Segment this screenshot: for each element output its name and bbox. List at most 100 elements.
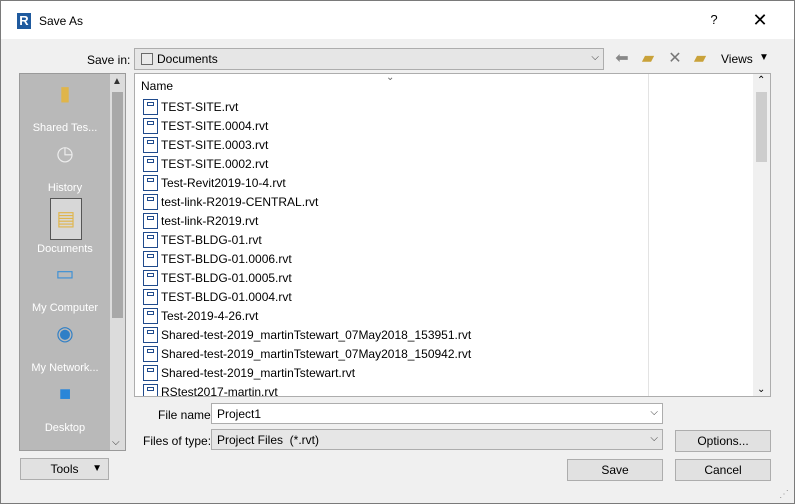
file-row[interactable]: TEST-BLDG-01.0005.rvt — [143, 269, 643, 288]
place-label: My Computer — [31, 302, 99, 314]
file-rows: TEST-SITE.rvt TEST-SITE.0004.rvt TEST-SITE… — [143, 98, 643, 397]
file-name: TEST-BLDG-01.0005.rvt — [161, 271, 292, 285]
column-header-name[interactable]: Name — [141, 79, 173, 93]
chevron-down-icon: ⌵ — [650, 433, 658, 444]
file-row[interactable]: TEST-SITE.0003.rvt — [143, 136, 643, 155]
up-folder-icon[interactable]: ▰ — [638, 49, 658, 69]
rvt-file-icon — [143, 175, 158, 191]
file-name-value: Project1 — [217, 407, 262, 421]
delete-icon[interactable]: ✕ — [665, 49, 685, 69]
scroll-down-icon[interactable]: ⌄ — [757, 384, 765, 395]
file-row[interactable]: RStest2017-martin.rvt — [143, 383, 643, 397]
cancel-button[interactable]: Cancel — [675, 459, 771, 481]
rvt-file-icon — [143, 308, 158, 324]
file-list-scrollbar[interactable]: ⌃ ⌄ — [753, 74, 770, 396]
tools-button[interactable]: Tools ▼ — [20, 458, 109, 480]
file-row[interactable]: test-link-R2019.rvt — [143, 212, 643, 231]
rvt-file-icon — [143, 99, 158, 115]
rvt-file-icon — [143, 289, 158, 305]
file-list: Name ⌄ TEST-SITE.rvt TEST-SITE.0004.rvt TE… — [134, 73, 771, 397]
file-row[interactable]: Shared-test-2019_martinTstewart.rvt — [143, 364, 643, 383]
place-desktop[interactable]: ■ Desktop — [20, 380, 110, 440]
rvt-file-icon — [143, 270, 158, 286]
new-folder-icon[interactable]: ▰ — [690, 49, 710, 69]
back-arrow-icon[interactable]: ⬅ — [612, 49, 632, 69]
title-bar: R Save As ? ✕ — [1, 1, 794, 39]
file-name: TEST-BLDG-01.rvt — [161, 233, 262, 247]
file-list-scroll-thumb[interactable] — [756, 92, 767, 162]
views-dropdown-icon[interactable]: ▼ — [759, 52, 769, 63]
scroll-down-icon[interactable]: ⌵ — [112, 437, 120, 448]
help-button[interactable]: ? — [702, 9, 726, 31]
file-row[interactable]: TEST-BLDG-01.0006.rvt — [143, 250, 643, 269]
file-row[interactable]: TEST-SITE.0002.rvt — [143, 155, 643, 174]
file-type-label: Files of type: — [143, 434, 212, 448]
revit-app-icon: R — [17, 13, 31, 29]
rvt-file-icon — [143, 137, 158, 153]
file-name: RStest2017-martin.rvt — [161, 385, 278, 397]
desktop-icon: ■ — [58, 383, 72, 405]
save-in-value: Documents — [157, 52, 218, 66]
place-shared[interactable]: ▮ Shared Tes... — [20, 80, 110, 140]
file-type-value: Project Files (*.rvt) — [217, 433, 320, 447]
file-row[interactable]: Test-2019-4-26.rvt — [143, 307, 643, 326]
file-row[interactable]: Shared-test-2019_martinTstewart_07May201… — [143, 345, 643, 364]
place-history[interactable]: ◷ History — [20, 140, 110, 200]
rvt-file-icon — [143, 232, 158, 248]
place-my-network[interactable]: ◉ My Network... — [20, 320, 110, 380]
scroll-up-icon[interactable]: ▲ — [112, 76, 122, 87]
file-name: TEST-SITE.rvt — [161, 100, 239, 114]
place-label: History — [47, 182, 83, 194]
file-name: Shared-test-2019_martinTstewart_07May201… — [161, 347, 472, 361]
place-my-computer[interactable]: ▭ My Computer — [20, 260, 110, 320]
place-label: Shared Tes... — [32, 122, 98, 134]
views-menu[interactable]: Views — [721, 52, 753, 66]
file-name-input[interactable]: Project1 ⌵ — [211, 403, 663, 424]
file-name: TEST-SITE.0002.rvt — [161, 157, 269, 171]
scroll-up-icon[interactable]: ⌃ — [757, 75, 765, 86]
places-bar: ▮ Shared Tes... ◷ History ▤ Documents ▭ … — [19, 73, 126, 451]
history-icon: ◷ — [56, 143, 74, 165]
save-in-dropdown[interactable]: Documents ⌵ — [134, 48, 604, 70]
place-documents[interactable]: ▤ Documents — [20, 198, 110, 258]
tools-label: Tools — [50, 462, 79, 476]
column-separator — [648, 74, 649, 396]
rvt-file-icon — [143, 156, 158, 172]
file-name: TEST-BLDG-01.0006.rvt — [161, 252, 292, 266]
file-name: test-link-R2019.rvt — [161, 214, 259, 228]
file-name: test-link-R2019-CENTRAL.rvt — [161, 195, 319, 209]
rvt-file-icon — [143, 384, 158, 396]
dropdown-arrow-icon: ▼ — [92, 463, 102, 474]
file-row[interactable]: TEST-BLDG-01.0004.rvt — [143, 288, 643, 307]
resize-grip-icon[interactable]: ⋰ — [779, 489, 789, 500]
rvt-file-icon — [143, 251, 158, 267]
file-type-dropdown[interactable]: Project Files (*.rvt) ⌵ — [211, 429, 663, 450]
chevron-down-icon: ⌵ — [591, 52, 599, 63]
place-label: Documents — [37, 243, 93, 255]
file-row[interactable]: Test-Revit2019-10-4.rvt — [143, 174, 643, 193]
file-name: Test-Revit2019-10-4.rvt — [161, 176, 286, 190]
file-name: Shared-test-2019_martinTstewart_07May201… — [161, 328, 472, 342]
file-row[interactable]: TEST-SITE.0004.rvt — [143, 117, 643, 136]
save-in-label: Save in: — [87, 53, 131, 67]
save-button[interactable]: Save — [567, 459, 663, 481]
rvt-file-icon — [143, 118, 158, 134]
file-name: TEST-SITE.0003.rvt — [161, 138, 269, 152]
places-scrollbar[interactable]: ▲ ⌵ — [110, 74, 125, 450]
file-row[interactable]: test-link-R2019-CENTRAL.rvt — [143, 193, 643, 212]
close-button[interactable]: ✕ — [745, 9, 775, 31]
file-name: TEST-BLDG-01.0004.rvt — [161, 290, 292, 304]
file-row[interactable]: Shared-test-2019_martinTstewart_07May201… — [143, 326, 643, 345]
documents-icon: ▤ — [50, 198, 82, 240]
network-icon: ◉ — [56, 323, 74, 345]
options-button[interactable]: Options... — [675, 430, 771, 452]
file-row[interactable]: TEST-BLDG-01.rvt — [143, 231, 643, 250]
file-row[interactable]: TEST-SITE.rvt — [143, 98, 643, 117]
places-scroll-thumb[interactable] — [112, 92, 123, 318]
rvt-file-icon — [143, 365, 158, 381]
file-name: Shared-test-2019_martinTstewart.rvt — [161, 366, 356, 380]
file-name-label: File name: — [158, 408, 215, 422]
place-label: Desktop — [44, 422, 86, 434]
chevron-down-icon[interactable]: ⌵ — [650, 407, 658, 418]
sort-indicator-icon: ⌄ — [386, 73, 395, 83]
